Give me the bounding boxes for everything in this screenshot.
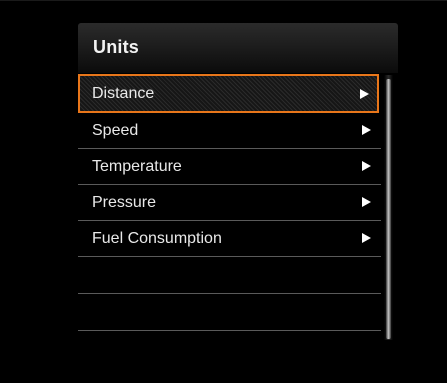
- menu-item-label: Pressure: [92, 194, 157, 211]
- units-menu-list: Distance Speed Temperature Pressure Fuel…: [78, 74, 398, 331]
- menu-item-label: Fuel Consumption: [92, 230, 222, 247]
- menu-item-fuel-consumption[interactable]: Fuel Consumption: [78, 221, 381, 257]
- header: Units: [78, 23, 398, 73]
- menu-item-distance[interactable]: Distance: [78, 74, 379, 113]
- menu-item-speed[interactable]: Speed: [78, 113, 381, 149]
- right-arrow-icon: [362, 233, 371, 243]
- empty-menu-row: [78, 257, 381, 294]
- empty-menu-row: [78, 294, 381, 331]
- scrollbar-thumb[interactable]: [386, 79, 391, 339]
- units-screen: Units Distance Speed Temperature Pressur…: [0, 0, 447, 383]
- right-arrow-icon: [360, 89, 369, 99]
- page-title: Units: [93, 37, 139, 57]
- menu-item-label: Speed: [92, 122, 139, 139]
- right-arrow-icon: [362, 197, 371, 207]
- right-arrow-icon: [362, 125, 371, 135]
- menu-item-label: Temperature: [92, 158, 182, 175]
- menu-item-pressure[interactable]: Pressure: [78, 185, 381, 221]
- right-arrow-icon: [362, 161, 371, 171]
- menu-item-temperature[interactable]: Temperature: [78, 149, 381, 185]
- menu-item-label: Distance: [92, 85, 155, 102]
